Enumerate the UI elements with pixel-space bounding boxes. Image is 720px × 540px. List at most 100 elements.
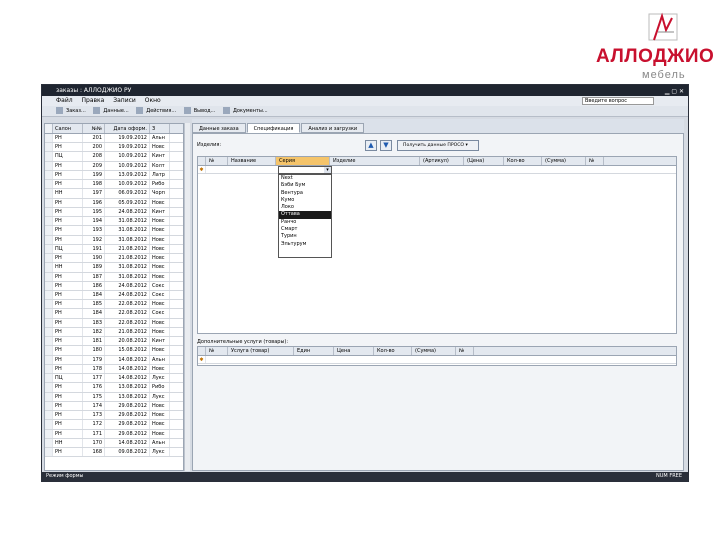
cell-number[interactable]: 183 bbox=[83, 318, 105, 327]
table-row[interactable]: РН 194 31.08.2012 Новс bbox=[45, 217, 183, 227]
row-selector[interactable] bbox=[45, 161, 53, 170]
row-selector[interactable] bbox=[45, 244, 53, 254]
series-option[interactable]: Смарт bbox=[279, 226, 331, 233]
cell-date[interactable]: 24.08.2012 bbox=[105, 207, 150, 217]
toolbar-output[interactable]: Вывод... bbox=[183, 107, 215, 114]
header-article[interactable]: (Артикул) bbox=[420, 157, 464, 165]
series-combo[interactable]: ▾ bbox=[278, 166, 332, 174]
cell-number[interactable]: 182 bbox=[83, 327, 105, 337]
table-row[interactable]: РН 195 24.08.2012 Кинт bbox=[45, 207, 183, 218]
cell-number[interactable]: 179 bbox=[83, 355, 105, 364]
cell-number[interactable]: 197 bbox=[83, 189, 105, 198]
cell-salon[interactable]: ПЦ bbox=[53, 152, 83, 161]
cell-salon[interactable]: РН bbox=[53, 134, 83, 143]
header-name[interactable]: Название bbox=[228, 157, 276, 165]
row-selector[interactable] bbox=[45, 300, 53, 309]
extra-header-service[interactable]: Услуга (товар) bbox=[228, 347, 294, 355]
cell-client[interactable]: Кинт bbox=[150, 207, 170, 217]
toolbar-orders[interactable]: Заказ... bbox=[56, 107, 86, 114]
cell-number[interactable]: 173 bbox=[83, 411, 105, 420]
table-row[interactable]: РН 187 31.08.2012 Новс bbox=[45, 272, 183, 282]
row-selector[interactable] bbox=[45, 438, 53, 447]
extra-header-no-2[interactable]: № bbox=[456, 347, 474, 355]
table-row[interactable]: РН 171 29.08.2012 Новс bbox=[45, 429, 183, 439]
fetch-data-button[interactable]: Получить данные ПРОСО ▾ bbox=[397, 140, 479, 151]
cell-salon[interactable]: РН bbox=[53, 420, 83, 429]
cell-number[interactable]: 175 bbox=[83, 392, 105, 401]
cell-client[interactable]: Альн bbox=[150, 355, 170, 364]
table-row[interactable]: РН 184 24.08.2012 Сокс bbox=[45, 290, 183, 301]
cell-number[interactable]: 177 bbox=[83, 374, 105, 383]
series-option[interactable]: Next bbox=[279, 175, 331, 182]
cell-client[interactable]: Альн bbox=[150, 438, 170, 447]
cell-client[interactable]: Рибо bbox=[150, 383, 170, 392]
row-selector[interactable] bbox=[45, 207, 53, 217]
cell-number[interactable]: 181 bbox=[83, 337, 105, 346]
cell-number[interactable]: 208 bbox=[83, 152, 105, 161]
extra-header-sum[interactable]: (Сумма) bbox=[412, 347, 456, 355]
series-option[interactable]: Вентура bbox=[279, 190, 331, 197]
header-product[interactable]: Изделие bbox=[330, 157, 420, 165]
row-selector[interactable] bbox=[45, 281, 53, 290]
cell-date[interactable]: 31.08.2012 bbox=[105, 263, 150, 272]
row-selector[interactable] bbox=[45, 374, 53, 383]
table-row[interactable]: РН 209 10.09.2012 Колт bbox=[45, 161, 183, 171]
row-selector[interactable] bbox=[45, 392, 53, 401]
cell-salon[interactable]: ПЦ bbox=[53, 244, 83, 254]
table-row[interactable]: РН 201 19.09.2012 Альн bbox=[45, 134, 183, 144]
cell-salon[interactable]: РН bbox=[53, 207, 83, 217]
cell-client[interactable]: Новс bbox=[150, 429, 170, 438]
extra-header-qty[interactable]: Кол-во bbox=[374, 347, 412, 355]
extra-new-record-row[interactable]: ✱ bbox=[198, 356, 676, 364]
row-selector[interactable] bbox=[45, 235, 53, 244]
table-row[interactable]: РН 168 09.08.2012 Лукс bbox=[45, 447, 183, 458]
cell-client[interactable]: Новс bbox=[150, 254, 170, 263]
cell-client[interactable]: Лукс bbox=[150, 447, 170, 457]
cell-date[interactable]: 19.09.2012 bbox=[105, 134, 150, 143]
header-series[interactable]: Серия bbox=[276, 157, 330, 165]
cell-date[interactable]: 29.08.2012 bbox=[105, 411, 150, 420]
header-date[interactable]: Дата оформ. bbox=[105, 124, 150, 133]
cell-client[interactable]: Лукс bbox=[150, 392, 170, 401]
table-row[interactable]: РН 180 15.08.2012 Новс bbox=[45, 346, 183, 356]
table-row[interactable]: НН 189 31.08.2012 Новс bbox=[45, 263, 183, 273]
cell-salon[interactable]: РН bbox=[53, 161, 83, 170]
tab-specification[interactable]: Спецификация bbox=[246, 123, 301, 133]
cell-number[interactable]: 186 bbox=[83, 281, 105, 290]
cell-number[interactable]: 189 bbox=[83, 263, 105, 272]
cell-date[interactable]: 14.08.2012 bbox=[105, 438, 150, 447]
cell-date[interactable]: 21.08.2012 bbox=[105, 254, 150, 263]
table-row[interactable]: РН 184 22.08.2012 Сокс bbox=[45, 309, 183, 319]
cell-number[interactable]: 176 bbox=[83, 383, 105, 392]
cell-date[interactable]: 29.08.2012 bbox=[105, 420, 150, 429]
row-selector[interactable] bbox=[45, 143, 53, 152]
cell-client[interactable]: Новс bbox=[150, 217, 170, 226]
table-row[interactable]: РН 179 14.08.2012 Альн bbox=[45, 355, 183, 365]
cell-date[interactable]: 05.09.2012 bbox=[105, 198, 150, 207]
cell-salon[interactable]: РН bbox=[53, 272, 83, 281]
cell-date[interactable]: 14.08.2012 bbox=[105, 364, 150, 374]
cell-number[interactable]: 174 bbox=[83, 401, 105, 411]
row-selector[interactable] bbox=[45, 217, 53, 226]
cell-salon[interactable]: РН bbox=[53, 355, 83, 364]
row-selector[interactable] bbox=[45, 189, 53, 198]
cell-date[interactable]: 06.09.2012 bbox=[105, 189, 150, 198]
header-price[interactable]: (Цена) bbox=[464, 157, 504, 165]
series-option-selected[interactable]: Оттава bbox=[279, 211, 331, 219]
cell-date[interactable]: 13.08.2012 bbox=[105, 383, 150, 392]
menu-edit[interactable]: Правка bbox=[82, 97, 105, 104]
cell-salon[interactable]: РН bbox=[53, 364, 83, 374]
row-selector[interactable] bbox=[45, 364, 53, 374]
table-row[interactable]: РН 196 05.09.2012 Новс bbox=[45, 198, 183, 208]
cell-client[interactable]: Латр bbox=[150, 170, 170, 180]
new-record-row[interactable]: ✱ bbox=[198, 166, 676, 174]
cell-salon[interactable]: РН bbox=[53, 170, 83, 180]
cell-date[interactable]: 09.08.2012 bbox=[105, 447, 150, 457]
orders-scrollbar[interactable] bbox=[184, 123, 190, 471]
cell-number[interactable]: 168 bbox=[83, 447, 105, 457]
cell-salon[interactable]: РН bbox=[53, 217, 83, 226]
table-row[interactable]: РН 193 31.08.2012 Новс bbox=[45, 226, 183, 236]
table-row[interactable]: РН 178 14.08.2012 Новс bbox=[45, 364, 183, 375]
cell-date[interactable]: 14.08.2012 bbox=[105, 374, 150, 383]
cell-date[interactable]: 13.09.2012 bbox=[105, 170, 150, 180]
